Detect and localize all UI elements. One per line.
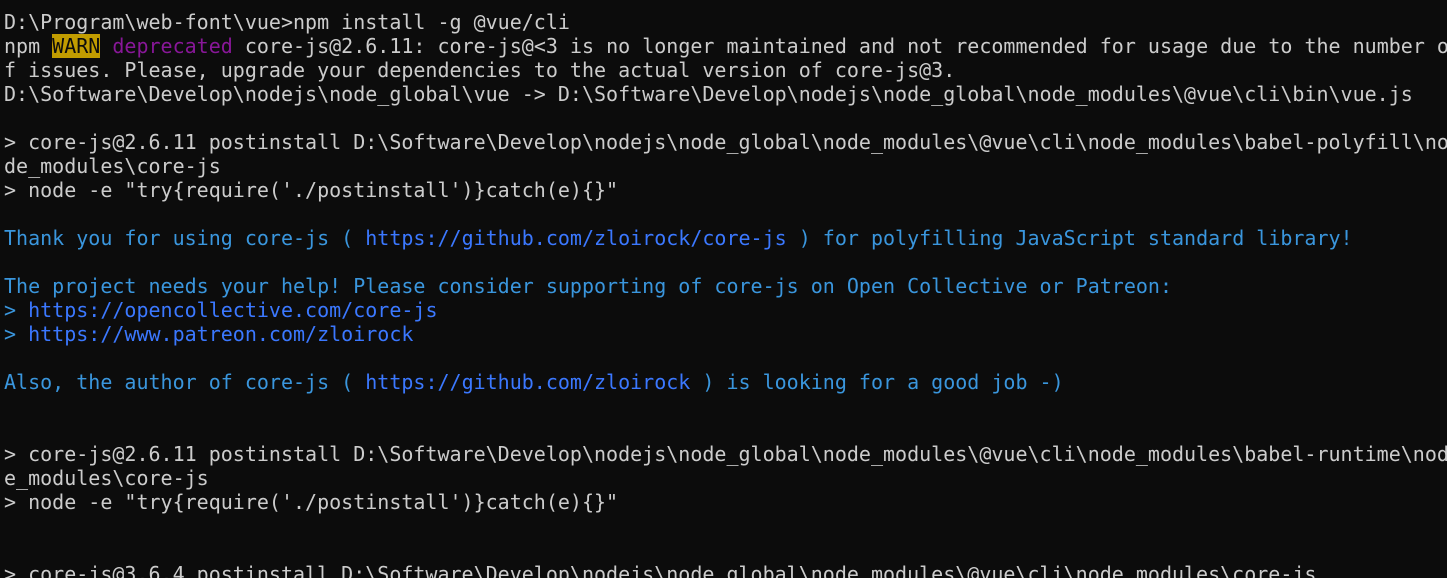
node-exec-line: > node -e "try{require('./postinstall')}… xyxy=(4,178,619,202)
vue-bin-link-line: D:\Software\Develop\nodejs\node_global\v… xyxy=(4,82,1413,106)
npm-label: npm xyxy=(4,34,53,58)
postinstall-line-polyfill: > core-js@2.6.11 postinstall D:\Software… xyxy=(4,130,1447,154)
thank-you-line: Thank you for using core-js ( https://gi… xyxy=(4,226,1447,250)
author-line: Also, the author of core-js ( https://gi… xyxy=(4,370,1447,394)
patreon-line: > https://www.patreon.com/zloirock xyxy=(4,322,1447,346)
postinstall-line-runtime: > core-js@2.6.11 postinstall D:\Software… xyxy=(4,442,1447,466)
patreon-link[interactable]: https://www.patreon.com/zloirock xyxy=(28,322,413,346)
postinstall-line-polyfill-continued: de_modules\core-js xyxy=(4,154,221,178)
opencollective-line: > https://opencollective.com/core-js xyxy=(4,298,1447,322)
opencollective-link[interactable]: https://opencollective.com/core-js xyxy=(28,298,437,322)
npm-warn-line: npm WARN deprecated core-js@2.6.11: core… xyxy=(4,34,1447,58)
core-js-link[interactable]: https://github.com/zloirock/core-js xyxy=(365,226,786,250)
postinstall-line-runtime-continued: e_modules\core-js xyxy=(4,466,209,490)
link-prefix: > xyxy=(4,298,29,322)
help-request-line: The project needs your help! Please cons… xyxy=(4,274,1172,298)
node-exec-line: > node -e "try{require('./postinstall')}… xyxy=(4,490,619,514)
warn-badge: WARN xyxy=(52,34,101,58)
command-line: D:\Program\web-font\vue>npm install -g @… xyxy=(4,10,570,34)
deprecated-label: deprecated xyxy=(100,34,233,58)
author-text: Also, the author of core-js ( xyxy=(4,370,366,394)
postinstall-line-core-js: > core-js@3.6.4 postinstall D:\Software\… xyxy=(4,562,1317,578)
thank-you-text: Thank you for using core-js ( xyxy=(4,226,366,250)
author-text-end: ) is looking for a good job -) xyxy=(690,370,1064,394)
terminal-window[interactable]: D:\Program\web-font\vue>npm install -g @… xyxy=(0,0,1447,578)
link-prefix: > xyxy=(4,322,29,346)
warn-message: core-js@2.6.11: core-js@<3 is no longer … xyxy=(232,34,1447,58)
warn-message-continued: f issues. Please, upgrade your dependenc… xyxy=(4,58,956,82)
author-link[interactable]: https://github.com/zloirock xyxy=(365,370,690,394)
thank-you-text-end: ) for polyfilling JavaScript standard li… xyxy=(786,226,1353,250)
